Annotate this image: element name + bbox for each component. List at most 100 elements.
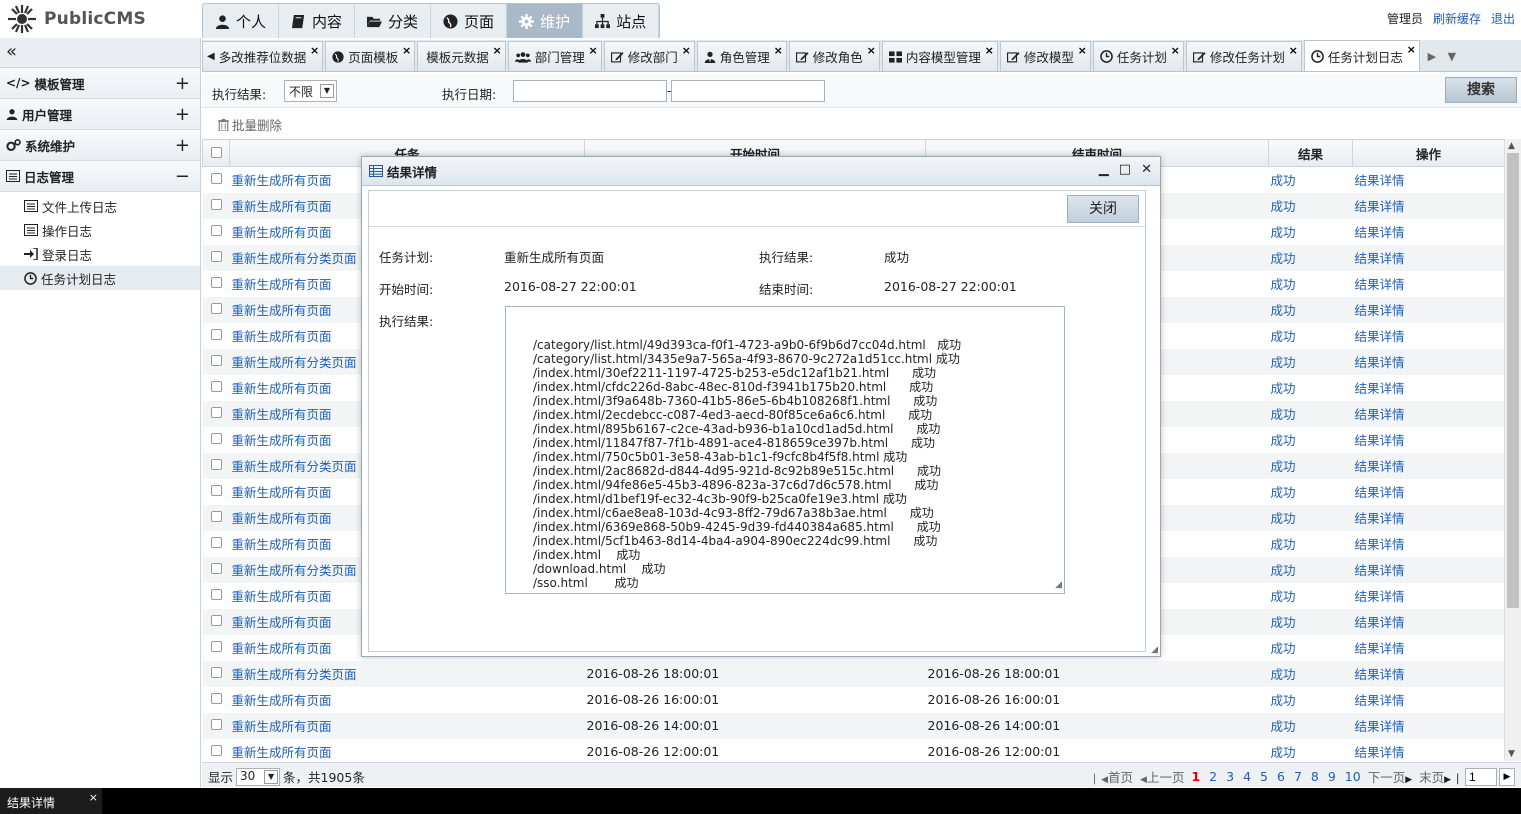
task-link[interactable]: 重新生成所有页面 bbox=[232, 199, 332, 214]
result-detail-link[interactable]: 结果详情 bbox=[1355, 251, 1405, 266]
result-cell[interactable]: 成功 bbox=[1269, 167, 1353, 193]
expand-icon[interactable]: + bbox=[175, 135, 190, 156]
result-detail-link[interactable]: 结果详情 bbox=[1355, 589, 1405, 604]
close-icon[interactable]: ✕ bbox=[1141, 162, 1152, 177]
result-cell[interactable]: 成功 bbox=[1268, 504, 1353, 531]
row-checkbox[interactable] bbox=[210, 225, 222, 236]
row-select-cell[interactable] bbox=[203, 635, 230, 661]
sidebar-collapse-button[interactable]: « bbox=[0, 38, 200, 68]
row-select-cell[interactable] bbox=[203, 739, 230, 762]
result-textarea[interactable]: /category/list.html/49d393ca-f0f1-4723-a… bbox=[505, 306, 1065, 594]
result-detail-link[interactable]: 结果详情 bbox=[1355, 563, 1405, 578]
row-checkbox[interactable] bbox=[210, 329, 222, 340]
top-nav-content[interactable]: 内容 bbox=[279, 4, 356, 38]
close-button[interactable]: 关闭 bbox=[1067, 195, 1139, 223]
task-link[interactable]: 重新生成所有页面 bbox=[232, 381, 332, 396]
sidebar-item-operate-log[interactable]: 操作日志 bbox=[0, 218, 200, 242]
result-link[interactable]: 成功 bbox=[1271, 511, 1296, 526]
task-link[interactable]: 重新生成所有分类页面 bbox=[232, 355, 357, 370]
row-checkbox[interactable] bbox=[210, 693, 222, 704]
row-checkbox[interactable] bbox=[210, 615, 222, 626]
page-number-link[interactable]: 8 bbox=[1311, 769, 1319, 784]
operation-cell[interactable]: 结果详情 bbox=[1353, 687, 1505, 713]
task-link[interactable]: 重新生成所有页面 bbox=[232, 303, 332, 318]
dialog-title-bar[interactable]: 结果详情 ▁ □ ✕ bbox=[362, 157, 1160, 186]
batch-delete-button[interactable]: 批量删除 bbox=[218, 115, 282, 134]
top-nav-maintenance[interactable]: 维护 bbox=[507, 4, 584, 38]
result-link[interactable]: 成功 bbox=[1271, 433, 1296, 448]
search-button[interactable]: 搜索 bbox=[1445, 77, 1517, 103]
result-filter-select[interactable]: 不限 ▼ bbox=[284, 80, 337, 102]
result-link[interactable]: 成功 bbox=[1271, 563, 1296, 578]
tab-recommend-data[interactable]: ◀ 多改推荐位数据 × bbox=[202, 41, 324, 71]
result-cell[interactable]: 成功 bbox=[1268, 452, 1353, 479]
operation-cell[interactable]: 结果详情 bbox=[1353, 167, 1505, 193]
result-link[interactable]: 成功 bbox=[1271, 251, 1296, 266]
row-checkbox[interactable] bbox=[210, 719, 222, 730]
row-checkbox[interactable] bbox=[210, 537, 222, 548]
result-cell[interactable]: 成功 bbox=[1269, 427, 1353, 453]
row-select-cell[interactable] bbox=[202, 192, 230, 219]
dialog-resize-handle-icon[interactable]: ◢ bbox=[1151, 645, 1158, 655]
collapse-icon[interactable]: − bbox=[175, 166, 190, 187]
result-link[interactable]: 成功 bbox=[1271, 225, 1296, 240]
result-detail-link[interactable]: 结果详情 bbox=[1355, 199, 1405, 214]
sidebar-item-login-log[interactable]: 登录日志 bbox=[0, 242, 200, 266]
row-checkbox[interactable] bbox=[210, 511, 222, 522]
tab-edit-task-plan[interactable]: 修改任务计划 × bbox=[1185, 41, 1302, 71]
operation-cell[interactable]: 结果详情 bbox=[1353, 479, 1505, 505]
result-detail-link[interactable]: 结果详情 bbox=[1355, 667, 1405, 682]
result-detail-link[interactable]: 结果详情 bbox=[1355, 511, 1405, 526]
grid-vertical-scrollbar[interactable]: ▲ ▼ bbox=[1504, 139, 1521, 761]
row-checkbox[interactable] bbox=[210, 407, 222, 418]
task-link[interactable]: 重新生成所有页面 bbox=[232, 537, 332, 552]
operation-cell[interactable]: 结果详情 bbox=[1352, 504, 1504, 531]
tab-close-icon[interactable]: × bbox=[682, 44, 691, 57]
result-detail-link[interactable]: 结果详情 bbox=[1355, 303, 1405, 318]
logout-link[interactable]: 退出 bbox=[1491, 10, 1515, 27]
top-nav-category[interactable]: 分类 bbox=[355, 4, 432, 38]
pager-last[interactable]: 末页▶▕ bbox=[1419, 767, 1458, 786]
row-checkbox[interactable] bbox=[210, 433, 222, 444]
logo[interactable]: PublicCMS bbox=[6, 3, 196, 35]
result-link[interactable]: 成功 bbox=[1271, 745, 1296, 760]
tab-close-icon[interactable]: × bbox=[1407, 43, 1416, 56]
tab-close-icon[interactable]: × bbox=[867, 44, 876, 57]
result-detail-link[interactable]: 结果详情 bbox=[1355, 693, 1405, 708]
result-detail-link[interactable]: 结果详情 bbox=[1355, 225, 1405, 240]
result-link[interactable]: 成功 bbox=[1271, 173, 1296, 188]
scroll-down-icon[interactable]: ▼ bbox=[1508, 749, 1515, 759]
result-link[interactable]: 成功 bbox=[1271, 199, 1296, 214]
result-detail-link[interactable]: 结果详情 bbox=[1355, 485, 1405, 500]
result-cell[interactable]: 成功 bbox=[1268, 296, 1353, 323]
result-detail-link[interactable]: 结果详情 bbox=[1355, 615, 1405, 630]
row-select-cell[interactable] bbox=[202, 660, 230, 687]
result-link[interactable]: 成功 bbox=[1271, 277, 1296, 292]
tab-close-icon[interactable]: × bbox=[589, 44, 598, 57]
row-checkbox[interactable] bbox=[210, 459, 222, 470]
task-link[interactable]: 重新生成所有页面 bbox=[232, 225, 332, 240]
column-header-result[interactable]: 结果 bbox=[1268, 139, 1353, 167]
pager-next[interactable]: 下一页▶ bbox=[1368, 767, 1412, 786]
operation-cell[interactable]: 结果详情 bbox=[1353, 583, 1505, 609]
result-detail-link[interactable]: 结果详情 bbox=[1355, 745, 1405, 760]
task-link[interactable]: 重新生成所有分类页面 bbox=[232, 667, 357, 682]
tab-content-model-manage[interactable]: 内容模型管理 × bbox=[881, 41, 998, 71]
row-checkbox[interactable] bbox=[210, 667, 222, 678]
row-checkbox[interactable] bbox=[210, 173, 222, 185]
task-cell[interactable]: 重新生成所有页面 bbox=[229, 712, 585, 739]
sidebar-group-user[interactable]: 用户管理 + bbox=[0, 99, 200, 130]
result-cell[interactable]: 成功 bbox=[1269, 583, 1353, 609]
operation-cell[interactable]: 结果详情 bbox=[1353, 271, 1505, 297]
task-link[interactable]: 重新生成所有页面 bbox=[232, 641, 332, 656]
top-nav-site[interactable]: 站点 bbox=[583, 4, 660, 38]
page-number-link[interactable]: 5 bbox=[1260, 769, 1268, 784]
page-number-link[interactable]: 10 bbox=[1345, 769, 1361, 784]
task-link[interactable]: 重新生成所有页面 bbox=[232, 589, 332, 604]
pager-first[interactable]: ▏◀首页 bbox=[1094, 767, 1133, 786]
row-checkbox[interactable] bbox=[210, 303, 222, 314]
tab-page-template[interactable]: 页面模板 × bbox=[325, 41, 416, 71]
tab-close-icon[interactable]: × bbox=[310, 44, 319, 57]
row-select-cell[interactable] bbox=[203, 687, 230, 713]
row-select-cell[interactable] bbox=[203, 167, 230, 193]
